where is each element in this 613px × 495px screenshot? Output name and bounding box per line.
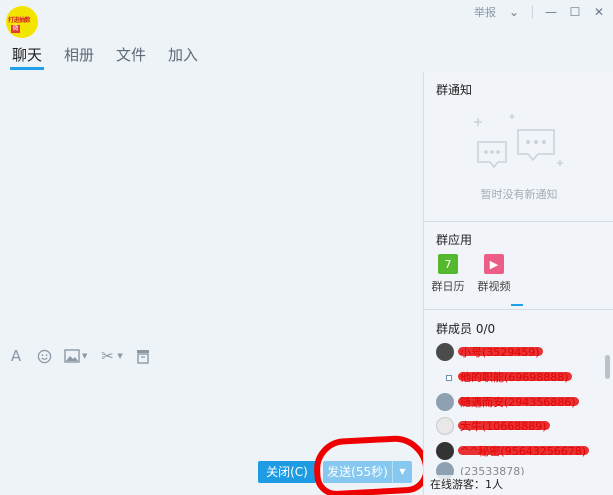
app-calendar[interactable]: 7 群日历 [428,254,468,294]
logo-text: 打进抽数 [8,17,31,24]
online-visitors: 在线游客：1人 [424,475,613,495]
member-status-icon [446,375,452,381]
no-notice-text: 暂时没有新通知 [480,188,558,201]
report-button[interactable]: 举报 [474,4,496,20]
scissors-icon[interactable]: ✂ [99,347,115,365]
member-name: 他的职能(69698888) [458,371,572,384]
group-apps-section: 群应用 7 群日历 ▶ 群视频 [424,222,613,310]
right-panel: 群通知 暂时没有新通知 群应用 7 群日历 ▶ 群视频 群成员 0/0 小号(3… [423,72,613,495]
message-area[interactable] [0,72,423,340]
input-toolbar: A ▼ ✂ ▼ [0,342,423,370]
members-scrollbar[interactable] [605,355,610,379]
member-name: 随遇而安(294356886) [458,396,579,409]
logo-badge: 微 [11,25,20,33]
history-icon[interactable] [135,348,151,364]
chevron-down-icon[interactable]: ⌄ [508,5,520,19]
emoji-icon[interactable] [36,348,52,364]
tab-join[interactable]: 加入 [168,38,198,72]
member-item[interactable]: 大牛(10668889) [436,416,606,436]
avatar [436,417,454,435]
group-notice-section: 群通知 暂时没有新通知 [424,72,613,222]
member-item[interactable]: 小号(3529459) [436,342,606,362]
tab-chat[interactable]: 聊天 [9,38,45,72]
avatar [436,442,454,460]
title-bar: 打进抽数 微 举报 ⌄ — ☐ ✕ [0,0,613,38]
group-avatar[interactable]: 打进抽数 微 [6,6,38,38]
window-controls: 举报 ⌄ — ☐ ✕ [474,4,605,20]
member-item[interactable]: 他的职能(69698888) [436,367,606,387]
divider [532,6,533,18]
notice-title: 群通知 [436,83,473,97]
group-members-section: 群成员 0/0 小号(3529459) 他的职能(69698888) 随遇而安(… [424,310,613,495]
apps-title: 群应用 [436,233,473,247]
member-name: 大牛(10668889) [458,420,550,433]
image-dropdown-icon[interactable]: ▼ [82,352,87,360]
app-video-label: 群视频 [477,280,511,293]
member-item[interactable]: 随遇而安(294356886) [436,392,606,412]
tab-album[interactable]: 相册 [64,38,94,72]
minimize-icon[interactable]: — [545,5,557,19]
close-button[interactable]: 关闭(C) [258,461,316,483]
avatar [436,393,454,411]
apps-more-indicator[interactable] [511,304,523,306]
tab-bar: 聊天 相册 文件 加入 [0,38,423,72]
close-icon[interactable]: ✕ [593,5,605,19]
members-title: 群成员 0/0 [436,322,496,336]
app-calendar-label: 群日历 [431,280,465,293]
app-video[interactable]: ▶ 群视频 [474,254,514,294]
font-icon[interactable]: A [8,347,24,365]
image-icon[interactable] [64,348,80,364]
avatar [436,343,454,361]
member-name: 小号(3529459) [458,346,543,359]
annotation-circle [312,434,431,495]
scissors-dropdown-icon[interactable]: ▼ [117,352,122,360]
notice-empty-illustration [474,114,563,169]
maximize-icon[interactable]: ☐ [569,5,581,19]
tab-files[interactable]: 文件 [116,38,146,72]
calendar-icon: 7 [438,254,458,274]
video-icon: ▶ [484,254,504,274]
member-name: ^^秘密(95643256678) [457,445,590,458]
member-item[interactable]: ^^秘密(95643256678) [436,441,606,461]
